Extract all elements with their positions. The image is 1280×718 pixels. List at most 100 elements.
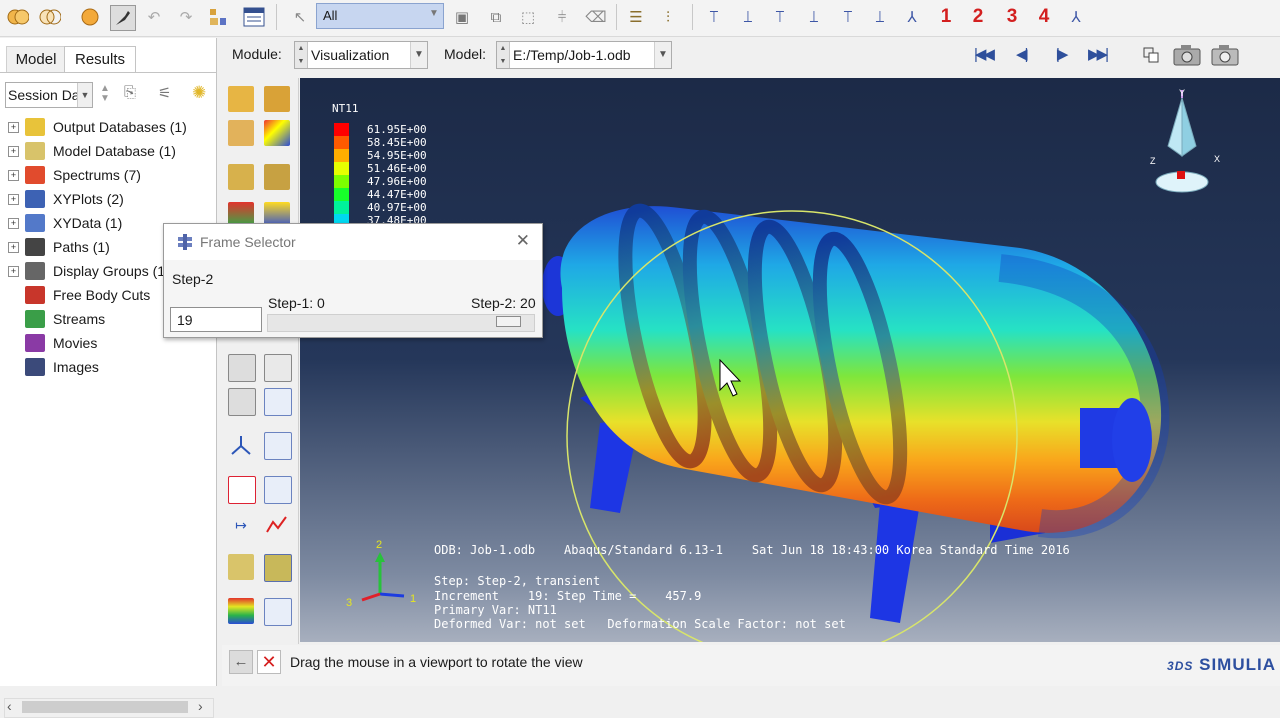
expand-icon[interactable]: +	[8, 169, 19, 181]
scrollbar-thumb[interactable]	[22, 701, 188, 713]
view-1-button[interactable]: 1	[934, 5, 958, 29]
view-3-button[interactable]: 3	[1000, 5, 1024, 29]
symbol-options-icon[interactable]	[264, 164, 290, 190]
view-z-y-icon[interactable]: ⟙	[836, 5, 860, 29]
view-cut-manager-icon[interactable]	[264, 432, 292, 460]
last-frame-icon[interactable]: ▶▶|	[1088, 45, 1109, 63]
previous-frame-icon[interactable]: ◀|	[1016, 45, 1029, 63]
box-zoom-icon[interactable]: ⧉	[484, 5, 508, 29]
filter-icon[interactable]: ⚟	[158, 84, 171, 102]
spin-arrows-icon[interactable]: ▲ ▼	[295, 42, 308, 68]
tree-item[interactable]: Images	[8, 356, 99, 378]
lightbulb-icon[interactable]: ✺	[192, 83, 206, 103]
dialog-titlebar[interactable]: Frame Selector ✕	[164, 224, 542, 260]
ladder-icon[interactable]: ⫶	[656, 5, 680, 29]
render-wireframe-icon[interactable]	[38, 5, 62, 29]
plot-undeformed-icon[interactable]	[228, 86, 254, 112]
tree-item[interactable]: Free Body Cuts	[8, 284, 150, 306]
plot-deformed-icon[interactable]	[264, 86, 290, 112]
view-4-button[interactable]: 4	[1032, 5, 1056, 29]
up-folder-icon[interactable]: ⎘	[124, 84, 136, 101]
scroll-right-icon[interactable]: ›	[198, 698, 203, 714]
tab-results[interactable]: Results	[64, 46, 136, 73]
view-z-x-icon[interactable]: ⟙	[768, 5, 792, 29]
align-icon[interactable]: ⫩	[550, 5, 574, 29]
tree-item[interactable]: + Output Databases (1)	[8, 116, 187, 138]
erase-icon[interactable]: ⌫	[584, 5, 608, 29]
scroll-left-icon[interactable]: ‹	[7, 698, 12, 714]
tree-item[interactable]: Streams	[8, 308, 105, 330]
view-cut-icon[interactable]	[228, 432, 254, 458]
display-group-manager-icon[interactable]	[264, 598, 292, 626]
expand-icon[interactable]: +	[8, 193, 19, 205]
close-icon[interactable]: ✕	[516, 231, 530, 251]
animate-time-history-icon[interactable]	[228, 354, 256, 382]
frame-slider-thumb[interactable]	[496, 316, 521, 327]
first-frame-icon[interactable]: |◀◀	[974, 45, 995, 63]
free-body-cut-icon[interactable]	[228, 554, 254, 580]
iso-view-icon[interactable]: ⅄	[900, 5, 924, 29]
expand-icon[interactable]: +	[8, 241, 19, 253]
tree-item[interactable]: Movies	[8, 332, 97, 354]
tree-item[interactable]: + XYData (1)	[8, 212, 122, 234]
view-compass-icon[interactable]: Y Z X	[1146, 86, 1226, 196]
create-xy-data-icon[interactable]	[228, 476, 256, 504]
legend-value: 44.47E+00	[367, 188, 427, 201]
xy-data-manager-icon[interactable]	[264, 476, 292, 504]
sort-arrows-icon[interactable]: ▲ ▼	[100, 84, 110, 104]
path-icon[interactable]: ↦	[228, 512, 254, 538]
xy-plot-icon[interactable]	[264, 512, 290, 538]
model-dropdown[interactable]: ▲ ▼ E:/Temp/Job-1.odb ▼	[496, 41, 672, 69]
next-frame-icon[interactable]: |▶	[1056, 45, 1069, 63]
contour-options-icon[interactable]	[264, 120, 290, 146]
animate-scale-factor-icon[interactable]	[264, 354, 292, 382]
ruler-icon[interactable]: ☰	[624, 5, 648, 29]
spin-arrows-icon[interactable]: ▲ ▼	[497, 42, 510, 68]
layers-icon[interactable]	[1142, 46, 1160, 67]
plot-contours-icon[interactable]	[228, 120, 254, 146]
cancel-icon[interactable]: ✕	[257, 650, 281, 674]
select-arrow-icon[interactable]: ↖	[288, 5, 312, 29]
view-x-y-icon[interactable]: ⟘	[736, 5, 760, 29]
expand-icon[interactable]: +	[8, 265, 19, 277]
pick-tool-icon[interactable]	[110, 5, 136, 31]
render-sphere-icon[interactable]	[78, 5, 102, 29]
selection-filter-dropdown[interactable]: All ▼	[316, 3, 444, 29]
primary-var-info-line: Primary Var: NT11	[434, 603, 557, 617]
expand-icon[interactable]: +	[8, 121, 19, 133]
module-dropdown[interactable]: ▲ ▼ Visualization ▼	[294, 41, 428, 69]
back-arrow-icon[interactable]: ←	[229, 650, 253, 674]
query-icon[interactable]	[206, 5, 230, 29]
frame-number-input[interactable]: 19	[170, 307, 262, 332]
animate-harmonic-icon[interactable]	[228, 388, 256, 416]
table-icon[interactable]	[242, 5, 266, 29]
view-y-z-icon[interactable]: ⟘	[868, 5, 892, 29]
session-data-dropdown[interactable]: Session Da ▼	[5, 82, 93, 108]
frame-slider-track[interactable]	[267, 314, 535, 332]
camera-icon[interactable]	[1172, 43, 1202, 70]
tree-item[interactable]: + Display Groups (1	[8, 260, 165, 282]
undo-icon[interactable]: ↶	[142, 5, 166, 29]
camera-settings-icon[interactable]	[1210, 43, 1240, 70]
spectrum-icon[interactable]	[228, 598, 254, 624]
tab-model[interactable]: Model	[6, 46, 66, 73]
model-label: Model:	[444, 46, 487, 62]
animation-options-icon[interactable]	[264, 388, 292, 416]
copy-icon[interactable]: ▣	[450, 5, 474, 29]
box-select-icon[interactable]: ⬚	[516, 5, 540, 29]
tree-item[interactable]: + Paths (1)	[8, 236, 110, 258]
render-shaded-icon[interactable]	[6, 5, 30, 29]
tree-item[interactable]: + XYPlots (2)	[8, 188, 124, 210]
viewport[interactable]: NT11 61.95E+00 58.45E+00 54.95E+00 51.46E+0…	[300, 78, 1280, 642]
view-y-x-icon[interactable]: ⟙	[702, 5, 726, 29]
expand-icon[interactable]: +	[8, 145, 19, 157]
expand-icon[interactable]: +	[8, 217, 19, 229]
iso-view-icon[interactable]: ⅄	[1064, 5, 1088, 29]
view-x-z-icon[interactable]: ⟘	[802, 5, 826, 29]
redo-icon[interactable]: ↷	[174, 5, 198, 29]
free-body-manager-icon[interactable]	[264, 554, 292, 582]
plot-symbols-icon[interactable]	[228, 164, 254, 190]
tree-item[interactable]: + Model Database (1)	[8, 140, 176, 162]
tree-item[interactable]: + Spectrums (7)	[8, 164, 141, 186]
view-2-button[interactable]: 2	[966, 5, 990, 29]
